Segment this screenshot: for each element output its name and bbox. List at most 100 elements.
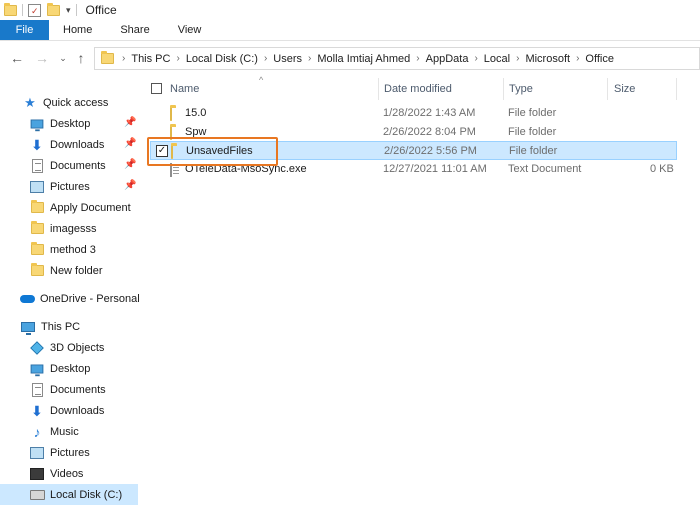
file-type: Text Document <box>508 163 582 175</box>
tab-home[interactable]: Home <box>49 20 106 40</box>
computer-icon <box>20 319 36 335</box>
breadcrumb-chevron-icon[interactable]: › <box>470 53 481 64</box>
column-divider[interactable] <box>378 78 379 100</box>
sidebar-item-local-disk[interactable]: Local Disk (C:) <box>0 484 138 505</box>
breadcrumb-chevron-icon[interactable]: › <box>512 53 523 64</box>
file-type: File folder <box>508 126 557 138</box>
documents-icon <box>29 158 45 174</box>
breadcrumb-user[interactable]: Molla Imtiaj Ahmed <box>315 53 412 65</box>
sidebar-item-label: Pictures <box>50 446 90 459</box>
column-header: ^ Name Date modified Type Size <box>138 75 700 103</box>
3d-objects-cube-icon <box>29 340 45 356</box>
breadcrumb-this-pc[interactable]: This PC <box>129 53 172 65</box>
file-size: 0 KB <box>650 163 674 175</box>
sidebar-item-music[interactable]: ♪ Music <box>0 421 138 442</box>
sidebar-item-pc-documents[interactable]: Documents <box>0 379 138 400</box>
column-divider[interactable] <box>503 78 504 100</box>
sidebar-item-imagesss[interactable]: imagesss <box>0 218 138 239</box>
sidebar-item-downloads[interactable]: ⬇ Downloads 📌 <box>0 134 138 155</box>
sidebar-item-label: method 3 <box>50 243 96 256</box>
onedrive-cloud-icon <box>20 291 35 307</box>
breadcrumb-microsoft[interactable]: Microsoft <box>523 53 572 65</box>
column-divider[interactable] <box>676 78 677 100</box>
breadcrumb-chevron-icon[interactable]: › <box>412 53 423 64</box>
sidebar-item-documents[interactable]: Documents 📌 <box>0 155 138 176</box>
sidebar-item-label: Videos <box>50 467 84 480</box>
sidebar-item-pc-pictures[interactable]: Pictures <box>0 442 138 463</box>
pin-icon[interactable]: 📌 <box>124 138 136 149</box>
navigation-bar: ← → ⌄ ↑ › This PC › Local Disk (C:) › Us… <box>0 41 700 76</box>
breadcrumb-users[interactable]: Users <box>271 53 304 65</box>
forward-arrow-icon[interactable]: → <box>31 47 53 69</box>
file-date: 1/28/2022 1:43 AM <box>383 107 476 119</box>
sidebar-item-quick-access[interactable]: ★ Quick access <box>0 92 138 113</box>
file-date: 2/26/2022 8:04 PM <box>383 126 476 138</box>
sidebar-item-pc-downloads[interactable]: ⬇ Downloads <box>0 400 138 421</box>
title-bar: ✓ ▾ Office <box>0 0 700 20</box>
sidebar-item-new-folder[interactable]: New folder <box>0 260 138 281</box>
breadcrumb-local-disk[interactable]: Local Disk (C:) <box>184 53 260 65</box>
column-date-modified[interactable]: Date modified <box>384 83 452 97</box>
folder-icon <box>101 51 114 64</box>
pictures-icon <box>29 445 45 461</box>
column-divider[interactable] <box>607 78 608 100</box>
tab-view[interactable]: View <box>164 20 216 40</box>
toolbar-divider <box>22 4 23 16</box>
breadcrumb-local[interactable]: Local <box>482 53 512 65</box>
tab-file[interactable]: File <box>0 20 49 40</box>
music-note-icon: ♪ <box>33 423 41 440</box>
column-name[interactable]: Name <box>170 83 199 97</box>
desktop-icon <box>29 361 45 377</box>
sidebar-item-label: Local Disk (C:) <box>50 488 123 501</box>
window-title: Office <box>85 3 117 17</box>
sidebar-item-pc-desktop[interactable]: Desktop <box>0 358 138 379</box>
toolbar-divider <box>75 4 77 16</box>
sidebar-item-onedrive[interactable]: OneDrive - Personal <box>0 288 140 309</box>
breadcrumb-appdata[interactable]: AppData <box>424 53 471 65</box>
up-arrow-icon[interactable]: ↑ <box>70 47 92 69</box>
sidebar-item-apply-document[interactable]: Apply Document <box>0 197 138 218</box>
navigation-pane: ★ Quick access Desktop 📌 ⬇ Downloads 📌 D… <box>0 84 140 507</box>
file-date: 2/26/2022 5:56 PM <box>384 145 477 157</box>
pin-icon[interactable]: 📌 <box>124 117 136 128</box>
sidebar-item-method-3[interactable]: method 3 <box>0 239 138 260</box>
breadcrumb-chevron-icon[interactable]: › <box>304 53 315 64</box>
pin-icon[interactable]: 📌 <box>124 180 136 191</box>
sidebar-item-videos[interactable]: Videos <box>0 463 138 484</box>
pin-icon[interactable]: 📌 <box>124 159 136 170</box>
sidebar-item-3d-objects[interactable]: 3D Objects <box>0 337 138 358</box>
column-type[interactable]: Type <box>509 83 533 97</box>
address-bar[interactable]: › This PC › Local Disk (C:) › Users › Mo… <box>94 47 700 70</box>
sidebar-item-desktop[interactable]: Desktop 📌 <box>0 113 138 134</box>
breadcrumb-chevron-icon[interactable]: › <box>572 53 583 64</box>
sidebar-item-this-pc[interactable]: This PC <box>0 316 138 337</box>
new-folder-icon[interactable] <box>47 2 60 16</box>
sidebar-item-label: Pictures <box>50 180 90 193</box>
folder-icon <box>29 263 45 279</box>
ribbon-tabs: File Home Share View <box>0 20 700 41</box>
breadcrumb-chevron-icon[interactable]: › <box>172 53 183 64</box>
highlight-annotation-box <box>147 137 278 166</box>
folder-icon <box>29 200 45 216</box>
sidebar-item-label: Quick access <box>43 96 109 109</box>
column-size[interactable]: Size <box>614 83 635 97</box>
tab-share[interactable]: Share <box>106 20 163 40</box>
sidebar-item-pictures[interactable]: Pictures 📌 <box>0 176 138 197</box>
customize-toolbar-icon[interactable]: ▾ <box>66 5 71 16</box>
select-all-checkbox[interactable] <box>151 83 162 94</box>
breadcrumb-chevron-icon[interactable]: › <box>118 53 129 64</box>
downloads-arrow-icon: ⬇ <box>31 402 43 419</box>
breadcrumb-office[interactable]: Office <box>583 53 616 65</box>
downloads-arrow-icon: ⬇ <box>31 136 43 153</box>
back-arrow-icon[interactable]: ← <box>6 47 28 69</box>
properties-icon[interactable]: ✓ <box>28 3 41 17</box>
folder-icon <box>29 242 45 258</box>
sidebar-item-label: imagesss <box>50 222 97 235</box>
pictures-icon <box>29 179 45 195</box>
hard-disk-icon <box>29 487 45 503</box>
sidebar-item-label: Music <box>50 425 79 438</box>
desktop-icon <box>29 116 45 132</box>
file-row-15-0[interactable]: 15.0 1/28/2022 1:43 AM File folder <box>150 104 677 123</box>
breadcrumb-chevron-icon[interactable]: › <box>260 53 271 64</box>
quick-access-toolbar: ✓ ▾ <box>4 0 82 20</box>
